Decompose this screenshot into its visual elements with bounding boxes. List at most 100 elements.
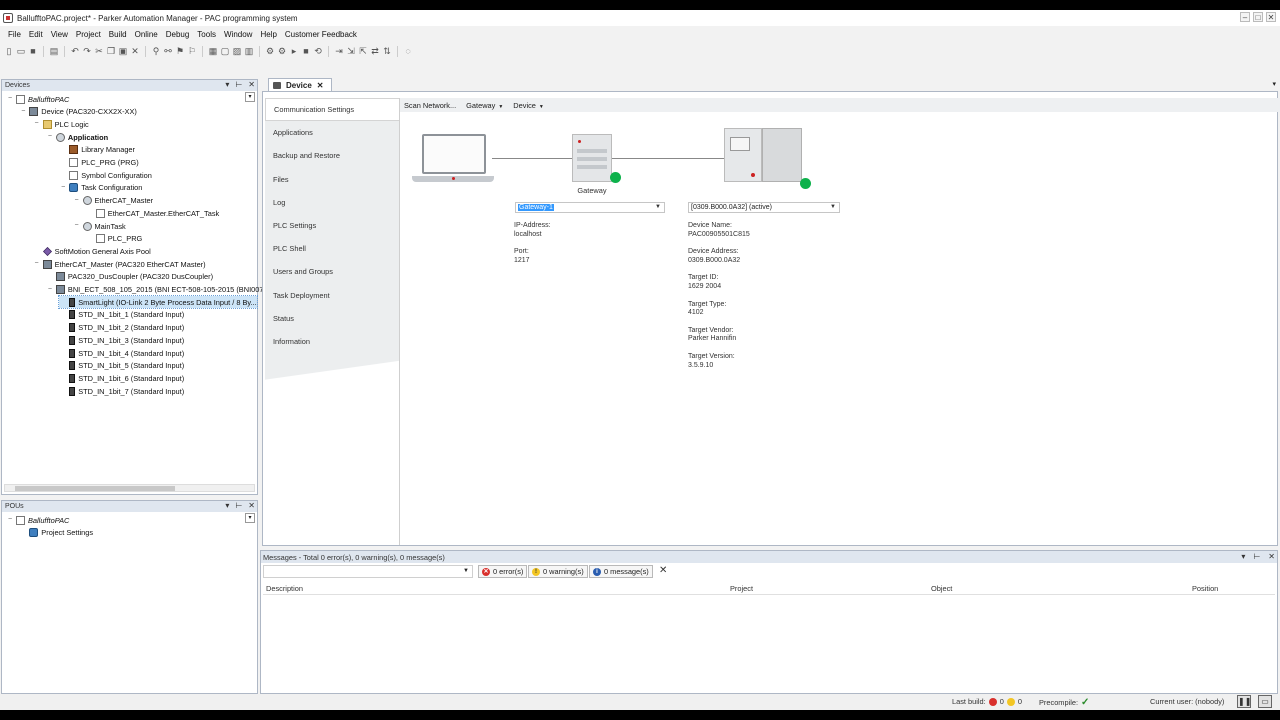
side-tab[interactable]: Files xyxy=(265,167,399,191)
open-folder-icon[interactable]: ▭ xyxy=(16,46,26,56)
tree-item[interactable]: PAC320_DusCoupler (PAC320 DusCoupler) xyxy=(46,271,213,283)
device-menu[interactable]: Device ▼ xyxy=(513,101,544,110)
gateway-icon[interactable] xyxy=(572,134,612,182)
tree-item[interactable]: SmartLight (IO-Link 2 Byte Process Data … xyxy=(58,295,258,310)
cut-icon[interactable]: ✂ xyxy=(94,46,104,56)
plc-device-icon[interactable] xyxy=(724,128,804,182)
tree-item[interactable]: Project Settings xyxy=(19,527,93,539)
side-tab[interactable]: Task Deployment xyxy=(265,283,399,307)
collapse-icon[interactable]: − xyxy=(33,120,41,128)
tree-item[interactable]: STD_IN_1bit_6 (Standard Input) xyxy=(59,372,184,384)
print-icon[interactable]: ▤ xyxy=(49,46,59,56)
collapse-icon[interactable]: − xyxy=(6,95,14,103)
panel-menu-icon[interactable]: ▾ xyxy=(225,80,229,89)
message-category-select[interactable]: ▼ xyxy=(263,565,473,578)
tree-item[interactable]: STD_IN_1bit_5 (Standard Input) xyxy=(59,360,184,372)
next-bookmark-icon[interactable]: ⚐ xyxy=(187,46,197,56)
stop-icon[interactable]: ■ xyxy=(301,46,311,56)
gateway-select[interactable]: Gateway-1 ▼ xyxy=(515,202,665,213)
tab-device[interactable]: Device ✕ xyxy=(268,78,332,92)
tree-item[interactable]: − MainTask xyxy=(73,220,126,232)
menu-window[interactable]: Window xyxy=(220,30,256,39)
tree-item[interactable]: STD_IN_1bit_3 (Standard Input) xyxy=(59,334,184,346)
messages-filter-button[interactable]: i 0 message(s) xyxy=(589,565,653,578)
tree-item[interactable]: PLC_PRG xyxy=(86,233,142,245)
column-position[interactable]: Position xyxy=(1192,584,1218,593)
panel-pin-icon[interactable]: ⊢ xyxy=(1253,552,1260,561)
tree-item[interactable]: − BallufftoPAC xyxy=(6,93,69,105)
redo-icon[interactable]: ↷ xyxy=(82,46,92,56)
tree-item[interactable]: STD_IN_1bit_2 (Standard Input) xyxy=(59,322,184,334)
tree-item[interactable]: − BallufftoPAC xyxy=(6,514,69,526)
side-tab[interactable]: Information xyxy=(265,329,399,354)
copy-icon[interactable]: ❐ xyxy=(106,46,116,56)
tree-item[interactable]: − EtherCAT_Master (PAC320 EtherCAT Master… xyxy=(33,258,206,270)
collapse-icon[interactable]: − xyxy=(19,108,27,116)
menu-edit[interactable]: Edit xyxy=(25,30,47,39)
menu-customer-feedback[interactable]: Customer Feedback xyxy=(281,30,361,39)
horizontal-scrollbar[interactable] xyxy=(4,484,255,492)
step-into-icon[interactable]: ⇲ xyxy=(346,46,356,56)
undo-icon[interactable]: ↶ xyxy=(70,46,80,56)
tree-item[interactable]: − EtherCAT_Master xyxy=(73,195,153,207)
column-object[interactable]: Object xyxy=(931,584,952,593)
pause-icon[interactable]: ❚❚ xyxy=(1237,695,1251,708)
menu-tools[interactable]: Tools xyxy=(193,30,220,39)
run-icon[interactable]: ▸ xyxy=(289,46,299,56)
collapse-icon[interactable]: − xyxy=(46,286,54,294)
tree-item[interactable]: STD_IN_1bit_4 (Standard Input) xyxy=(59,347,184,359)
panel-pin-icon[interactable]: ⊢ xyxy=(235,501,242,510)
panel-close-icon[interactable]: ✕ xyxy=(248,501,255,510)
tree-item[interactable]: − BNI_ECT_508_105_2015 (BNI ECT-508-105-2… xyxy=(46,284,263,296)
panel-menu-icon[interactable]: ▾ xyxy=(1241,552,1245,561)
panel-close-icon[interactable]: ✕ xyxy=(1268,552,1275,561)
minimize-button[interactable]: – xyxy=(1240,12,1250,22)
tree-item[interactable]: Library Manager xyxy=(59,144,135,156)
panel-close-icon[interactable]: ✕ xyxy=(248,80,255,89)
panel-menu-icon[interactable]: ▾ xyxy=(225,501,229,510)
warnings-filter-button[interactable]: ! 0 warning(s) xyxy=(528,565,588,578)
scrollbar-thumb[interactable] xyxy=(15,486,175,491)
collapse-icon[interactable]: − xyxy=(73,222,81,230)
side-tab[interactable]: Communication Settings xyxy=(265,98,399,122)
layout-icon[interactable]: ▢ xyxy=(220,46,230,56)
tab-list-icon[interactable]: ▾ xyxy=(1272,80,1276,88)
save-icon[interactable]: ■ xyxy=(28,46,38,56)
maximize-button[interactable]: □ xyxy=(1253,12,1263,22)
login-icon[interactable]: ⚙ xyxy=(265,46,275,56)
delete-icon[interactable]: ✕ xyxy=(130,46,140,56)
tree-item[interactable]: EtherCAT_Master.EtherCAT_Task xyxy=(86,207,219,219)
collapse-icon[interactable]: − xyxy=(33,260,41,268)
side-tab[interactable]: Log xyxy=(265,190,399,214)
collapse-icon[interactable]: − xyxy=(59,184,67,192)
step-out-icon[interactable]: ⇱ xyxy=(358,46,368,56)
build-icon[interactable]: ▦ xyxy=(208,46,218,56)
scan-network-button[interactable]: Scan Network... xyxy=(404,101,456,110)
tree-item[interactable]: STD_IN_1bit_7 (Standard Input) xyxy=(59,385,184,397)
paste-icon[interactable]: ▣ xyxy=(118,46,128,56)
tree-item[interactable]: − Application xyxy=(46,131,108,143)
tree-item[interactable]: SoftMotion General Axis Pool xyxy=(33,245,151,257)
side-tab[interactable]: Users and Groups xyxy=(265,260,399,284)
menu-help[interactable]: Help xyxy=(256,30,280,39)
bookmark-icon[interactable]: ⚑ xyxy=(175,46,185,56)
tree-item[interactable]: − PLC Logic xyxy=(33,118,89,130)
find-icon[interactable]: ⚲ xyxy=(151,46,161,56)
tab-close-icon[interactable]: ✕ xyxy=(317,81,324,90)
more-icon[interactable]: ◌ xyxy=(403,46,413,56)
tree-item[interactable]: PLC_PRG (PRG) xyxy=(59,157,139,169)
screen-icon[interactable]: ▭ xyxy=(1258,695,1272,708)
collapse-icon[interactable]: − xyxy=(46,133,54,141)
import-icon[interactable]: ▥ xyxy=(244,46,254,56)
new-file-icon[interactable]: ▯ xyxy=(4,46,14,56)
reset-icon[interactable]: ⟲ xyxy=(313,46,323,56)
menu-online[interactable]: Online xyxy=(131,30,162,39)
panel-pin-icon[interactable]: ⊢ xyxy=(235,80,242,89)
menu-project[interactable]: Project xyxy=(72,30,105,39)
tree-item[interactable]: − Task Configuration xyxy=(59,182,142,194)
clear-messages-icon[interactable]: ✕ xyxy=(659,565,667,576)
side-tab[interactable]: PLC Shell xyxy=(265,237,399,261)
collapse-icon[interactable]: − xyxy=(73,197,81,205)
side-tab[interactable]: Applications xyxy=(265,121,399,145)
object-icon[interactable]: ▨ xyxy=(232,46,242,56)
